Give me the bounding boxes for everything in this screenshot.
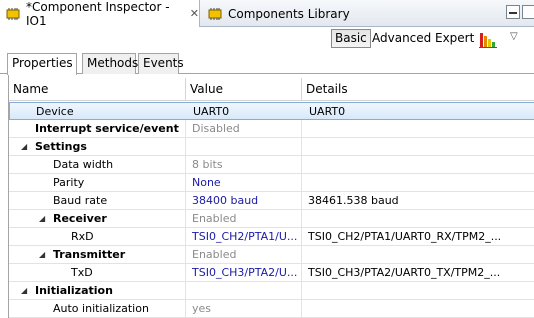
expand-toggle-icon[interactable]: ◢ xyxy=(21,138,27,155)
minimize-button[interactable] xyxy=(506,5,520,19)
row-name-cell: Baud rate xyxy=(9,192,186,209)
row-name-cell: Auto initialization xyxy=(9,300,186,317)
property-value[interactable]: 8 bits xyxy=(186,156,302,173)
property-value[interactable] xyxy=(186,138,302,155)
row-name-cell: ◢ Transmitter xyxy=(9,246,186,263)
component-chip-icon xyxy=(6,7,20,20)
property-name: Transmitter xyxy=(53,248,126,261)
row-name-cell: ◢ Receiver xyxy=(9,210,186,227)
expand-toggle-icon[interactable]: ◢ xyxy=(21,282,27,299)
row-name-cell: Device xyxy=(10,103,187,120)
property-value[interactable]: yes xyxy=(186,300,302,317)
property-name: Parity xyxy=(53,176,85,189)
table-row[interactable]: ◢ Transmitter Enabled xyxy=(9,246,534,264)
view-menu-icon[interactable]: ▽ xyxy=(510,31,518,42)
row-name-cell: RxD xyxy=(9,228,186,245)
property-value[interactable]: 38400 baud xyxy=(186,192,302,209)
table-row[interactable]: ◢ Initialization xyxy=(9,282,534,300)
property-name: Auto initialization xyxy=(53,302,149,315)
property-details xyxy=(302,138,534,155)
inspector-tab-bar: Properties Methods Events xyxy=(0,52,534,75)
table-row[interactable]: Interrupt service/event Disabled xyxy=(9,120,534,138)
level-advanced-button[interactable]: Advanced xyxy=(368,29,435,48)
column-header-details[interactable]: Details xyxy=(302,78,534,101)
table-row[interactable]: Device UART0 UART0 xyxy=(9,102,534,120)
component-chip-icon xyxy=(208,7,222,20)
property-name: Receiver xyxy=(53,212,107,225)
editor-tab-bar: *Component Inspector - IO1 ✕ Components … xyxy=(0,0,534,28)
level-toolbar: Basic Advanced Expert ▽ xyxy=(0,27,534,51)
property-details: TSI0_CH2/PTA1/UART0_RX/TPM2_... xyxy=(308,230,502,243)
property-value[interactable]: Disabled xyxy=(186,120,302,137)
property-details xyxy=(302,210,534,227)
row-name-cell: ◢ Settings xyxy=(9,138,186,155)
row-name-cell: ◢ Initialization xyxy=(9,282,186,299)
level-expert-button[interactable]: Expert xyxy=(431,29,478,48)
level-basic-button[interactable]: Basic xyxy=(331,29,371,48)
property-name: Device xyxy=(36,105,74,118)
property-name: Interrupt service/event xyxy=(35,122,179,135)
table-row[interactable]: ◢ Settings xyxy=(9,138,534,156)
row-name-cell: Interrupt service/event xyxy=(9,120,186,137)
table-row[interactable]: Auto initialization yes xyxy=(9,300,534,318)
property-details: 38461.538 baud xyxy=(308,194,399,207)
property-value[interactable] xyxy=(186,282,302,299)
bar-chart-icon[interactable] xyxy=(478,30,498,48)
property-value[interactable]: TSI0_CH3/PTA2/U... xyxy=(186,264,302,281)
row-name-cell: Parity xyxy=(9,174,186,191)
property-name: Initialization xyxy=(35,284,113,297)
table-header: Name Value Details xyxy=(9,78,534,101)
table-row[interactable]: TxD TSI0_CH3/PTA2/U... TSI0_CH3/PTA2/UART0… xyxy=(9,264,534,282)
tab-components-library[interactable]: Components Library xyxy=(204,0,350,27)
expand-toggle-icon[interactable]: ◢ xyxy=(39,210,45,227)
property-value[interactable]: None xyxy=(186,174,302,191)
property-details xyxy=(302,156,534,173)
property-name: Data width xyxy=(53,158,114,171)
column-header-name[interactable]: Name xyxy=(9,78,186,101)
properties-table: Name Value Details Device UART0 UART0 Inter… xyxy=(8,74,534,318)
property-value[interactable]: Enabled xyxy=(186,210,302,227)
property-name: TxD xyxy=(71,266,93,279)
property-details xyxy=(302,282,534,299)
maximize-button[interactable] xyxy=(522,5,534,19)
close-icon[interactable]: ✕ xyxy=(190,7,199,20)
table-row[interactable]: ◢ Receiver Enabled xyxy=(9,210,534,228)
expand-toggle-icon[interactable]: ◢ xyxy=(39,246,45,263)
table-row[interactable]: Baud rate 38400 baud 38461.538 baud xyxy=(9,192,534,210)
tab-methods[interactable]: Methods xyxy=(82,53,138,74)
tab-events[interactable]: Events xyxy=(138,53,184,74)
property-value[interactable]: Enabled xyxy=(186,246,302,263)
property-name: RxD xyxy=(71,230,94,243)
tab-components-library-label: Components Library xyxy=(228,6,350,21)
property-details xyxy=(302,246,534,263)
property-value[interactable]: UART0 xyxy=(187,103,303,120)
property-name: Baud rate xyxy=(53,194,108,207)
tab-component-inspector[interactable]: *Component Inspector - IO1 ✕ xyxy=(0,0,200,28)
property-details: UART0 xyxy=(309,105,346,118)
row-name-cell: Data width xyxy=(9,156,186,173)
tab-component-inspector-label: *Component Inspector - IO1 xyxy=(26,0,170,28)
table-row[interactable]: Data width 8 bits xyxy=(9,156,534,174)
property-details xyxy=(302,174,534,191)
table-row[interactable]: Parity None xyxy=(9,174,534,192)
table-row[interactable]: RxD TSI0_CH2/PTA1/U... TSI0_CH2/PTA1/UART0… xyxy=(9,228,534,246)
property-details: TSI0_CH3/PTA2/UART0_TX/TPM2_... xyxy=(308,266,501,279)
property-details xyxy=(302,120,534,137)
property-details xyxy=(302,300,534,317)
column-header-value[interactable]: Value xyxy=(186,78,302,101)
property-name: Settings xyxy=(35,140,87,153)
property-value[interactable]: TSI0_CH2/PTA1/U... xyxy=(186,228,302,245)
row-name-cell: TxD xyxy=(9,264,186,281)
tab-properties[interactable]: Properties xyxy=(7,53,77,75)
